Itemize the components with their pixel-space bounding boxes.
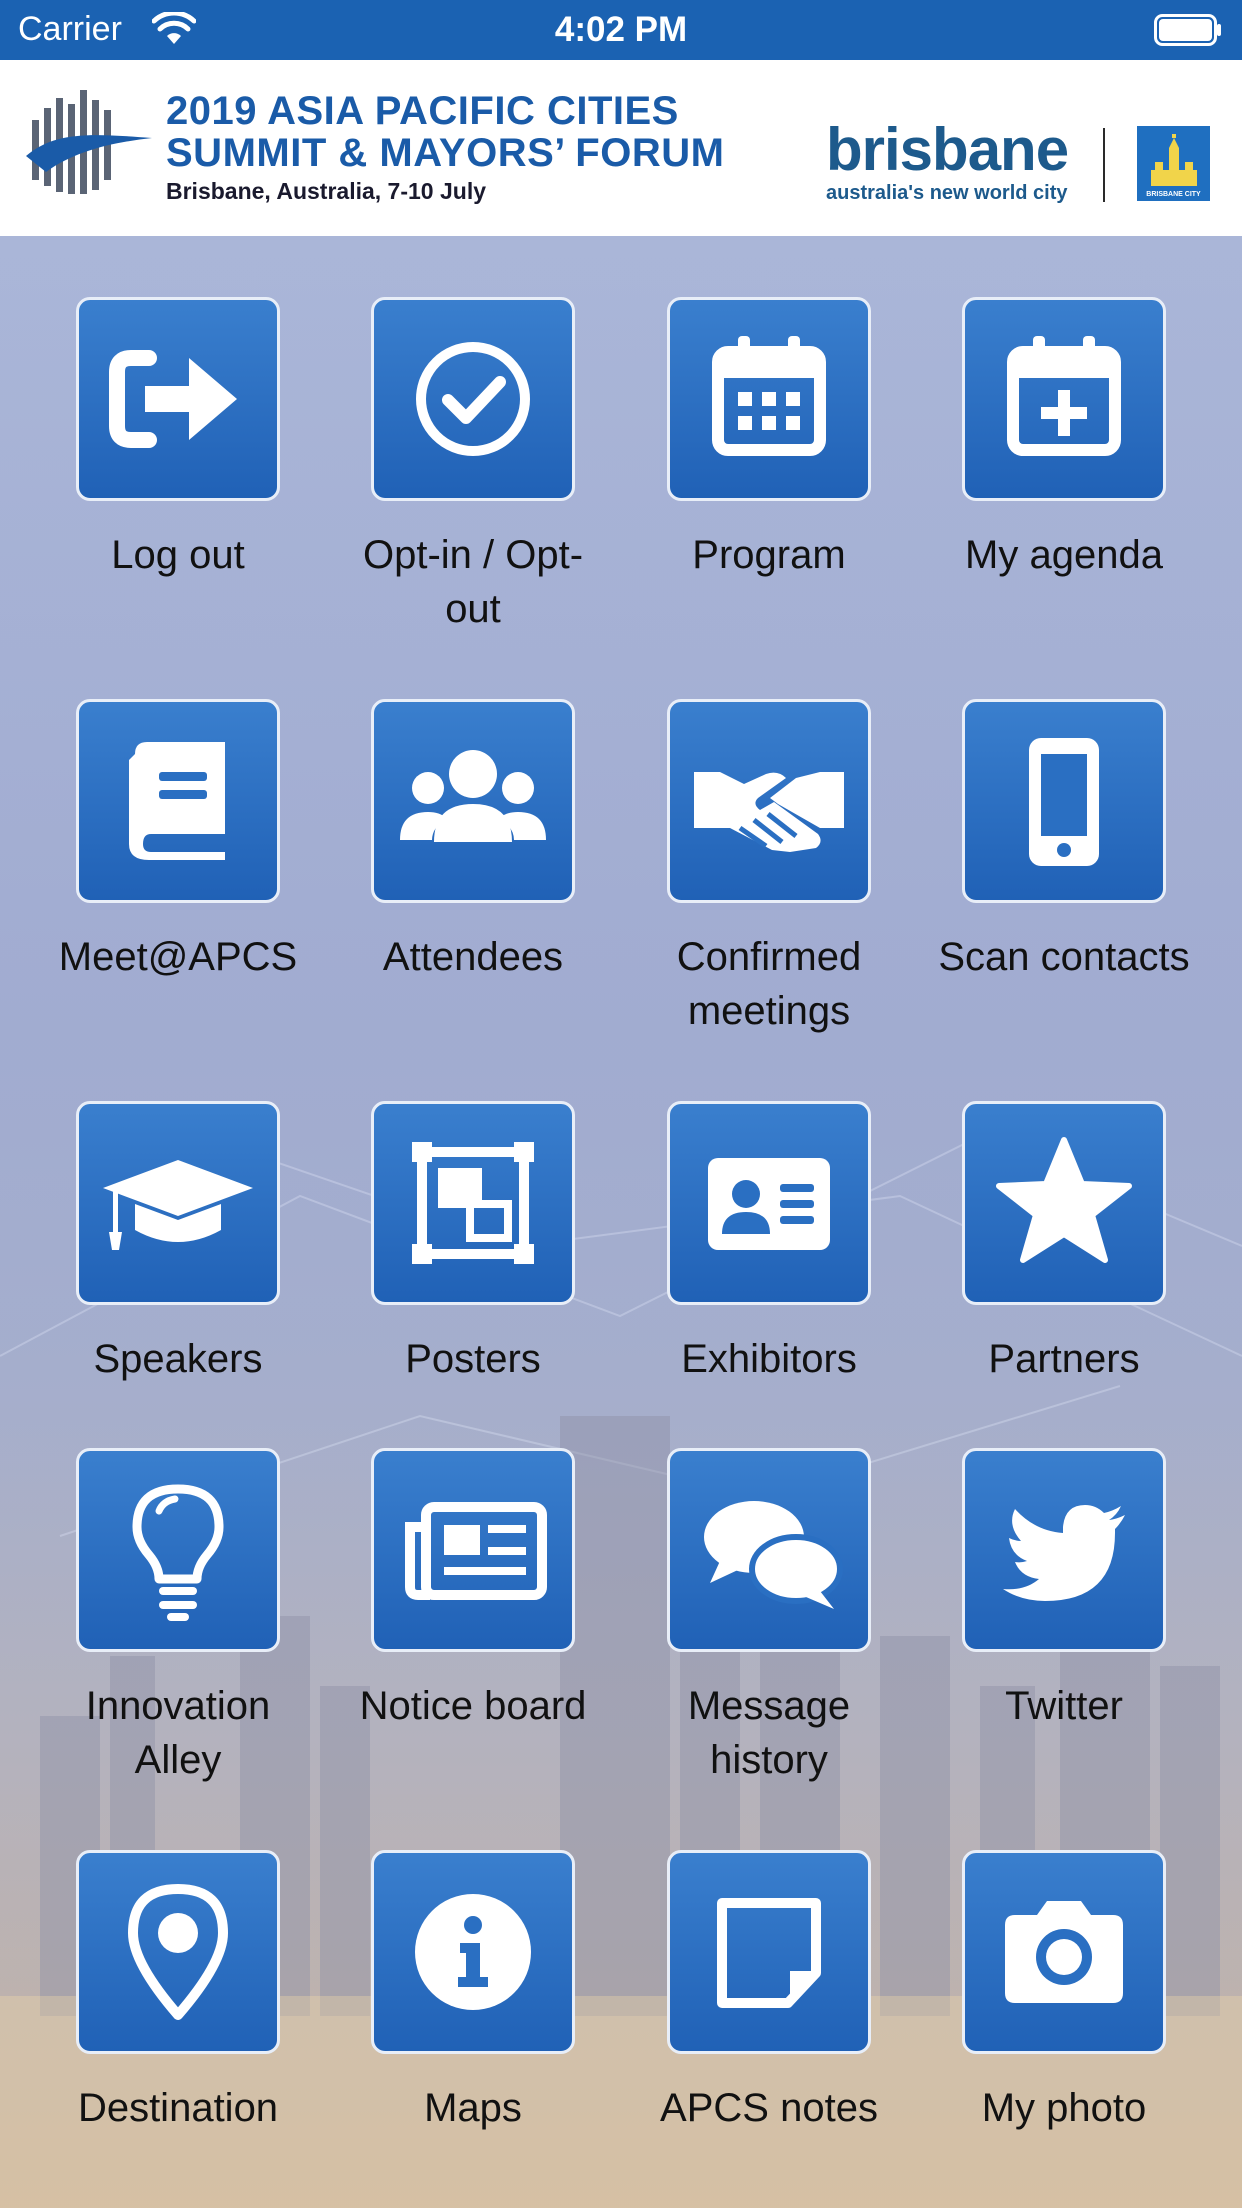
notice-board-label: Notice board bbox=[359, 1684, 587, 1728]
handshake-icon bbox=[694, 772, 844, 852]
partners-label: Partners bbox=[988, 1337, 1140, 1381]
check-circle-icon bbox=[416, 342, 530, 456]
innovation-alley-button[interactable] bbox=[76, 1448, 280, 1652]
calendar-icon bbox=[712, 336, 826, 456]
exhibitors-button[interactable] bbox=[667, 1101, 871, 1305]
meet-apcs-button[interactable] bbox=[76, 699, 280, 903]
posters-label: Posters bbox=[405, 1337, 541, 1381]
my-agenda-label: My agenda bbox=[965, 533, 1163, 577]
brand-divider bbox=[1103, 128, 1105, 202]
brisbane-brand: brisbane australia's new world city bbox=[826, 120, 1071, 206]
partners-button[interactable] bbox=[962, 1101, 1166, 1305]
attendees-label: Attendees bbox=[382, 935, 564, 979]
graduation-cap-icon bbox=[103, 1160, 253, 1250]
brisbane-city-badge-icon: BRISBANE CITY bbox=[1137, 126, 1210, 201]
log-out-label: Log out bbox=[111, 533, 245, 577]
chat-bubbles-icon bbox=[704, 1501, 843, 1609]
twitter-label: Twitter bbox=[1005, 1684, 1123, 1728]
meet-apcs-label: Meet@APCS bbox=[58, 935, 298, 979]
my-agenda-button[interactable] bbox=[962, 297, 1166, 501]
apcs-logo-icon bbox=[26, 90, 152, 194]
svg-text:BRISBANE CITY: BRISBANE CITY bbox=[1146, 191, 1201, 198]
newspaper-icon bbox=[405, 1502, 547, 1600]
message-history-label: Message history bbox=[687, 1684, 851, 1782]
notice-board-button[interactable] bbox=[371, 1448, 575, 1652]
header-banner: 2019 ASIA PACIFIC CITIES SUMMIT & MAYORS… bbox=[0, 60, 1242, 236]
map-pin-icon bbox=[128, 1884, 228, 2020]
status-bar: Carrier 4:02 PM bbox=[0, 0, 1242, 60]
logout-icon bbox=[109, 350, 237, 448]
clock: 4:02 PM bbox=[554, 10, 688, 49]
maps-button[interactable] bbox=[371, 1850, 575, 2054]
info-icon bbox=[415, 1894, 531, 2010]
camera-icon bbox=[1005, 1901, 1123, 2003]
attendees-button[interactable] bbox=[371, 699, 575, 903]
maps-label: Maps bbox=[424, 2086, 522, 2130]
message-history-button[interactable] bbox=[667, 1448, 871, 1652]
book-icon bbox=[129, 742, 225, 860]
my-photo-button[interactable] bbox=[962, 1850, 1166, 2054]
destination-label: Destination bbox=[77, 2086, 279, 2130]
lightbulb-icon bbox=[132, 1484, 224, 1621]
innovation-alley-label: Innovation Alley bbox=[85, 1684, 271, 1782]
star-icon bbox=[996, 1137, 1132, 1263]
event-title-line2: SUMMIT & MAYORS’ FORUM bbox=[166, 131, 725, 175]
confirmed-meetings-button[interactable] bbox=[667, 699, 871, 903]
apcs-notes-button[interactable] bbox=[667, 1850, 871, 2054]
id-card-icon bbox=[708, 1158, 830, 1250]
scan-contacts-button[interactable] bbox=[962, 699, 1166, 903]
event-subtitle: Brisbane, Australia, 7-10 July bbox=[166, 178, 487, 204]
confirmed-meetings-label: Confirmed meetings bbox=[676, 935, 862, 1033]
twitter-button[interactable] bbox=[962, 1448, 1166, 1652]
my-photo-label: My photo bbox=[981, 2086, 1147, 2130]
event-title: 2019 ASIA PACIFIC CITIES SUMMIT & MAYORS… bbox=[166, 90, 724, 208]
poster-frame-icon bbox=[412, 1142, 534, 1264]
log-out-button[interactable] bbox=[76, 297, 280, 501]
posters-button[interactable] bbox=[371, 1101, 575, 1305]
opt-in-opt-out-button[interactable] bbox=[371, 297, 575, 501]
opt-in-opt-out-label: Opt-in / Opt-out bbox=[362, 533, 584, 631]
sticky-note-icon bbox=[717, 1898, 821, 2008]
brand-name: brisbane bbox=[826, 116, 1069, 183]
speakers-label: Speakers bbox=[93, 1337, 263, 1381]
program-label: Program bbox=[692, 533, 846, 577]
scan-contacts-label: Scan contacts bbox=[938, 935, 1190, 979]
exhibitors-label: Exhibitors bbox=[681, 1337, 857, 1381]
speakers-button[interactable] bbox=[76, 1101, 280, 1305]
apcs-notes-label: APCS notes bbox=[660, 2086, 878, 2130]
destination-button[interactable] bbox=[76, 1850, 280, 2054]
people-icon bbox=[400, 750, 546, 842]
battery-icon bbox=[1154, 14, 1221, 46]
twitter-bird-icon bbox=[1003, 1505, 1125, 1601]
program-button[interactable] bbox=[667, 297, 871, 501]
brand-tagline: australia's new world city bbox=[826, 182, 1068, 204]
calendar-plus-icon bbox=[1007, 336, 1121, 456]
main-menu: Log out Opt-in / Opt-out Program My agen… bbox=[0, 236, 1242, 2208]
event-title-line1: 2019 ASIA PACIFIC CITIES bbox=[166, 89, 679, 133]
mobile-phone-icon bbox=[1029, 738, 1099, 866]
